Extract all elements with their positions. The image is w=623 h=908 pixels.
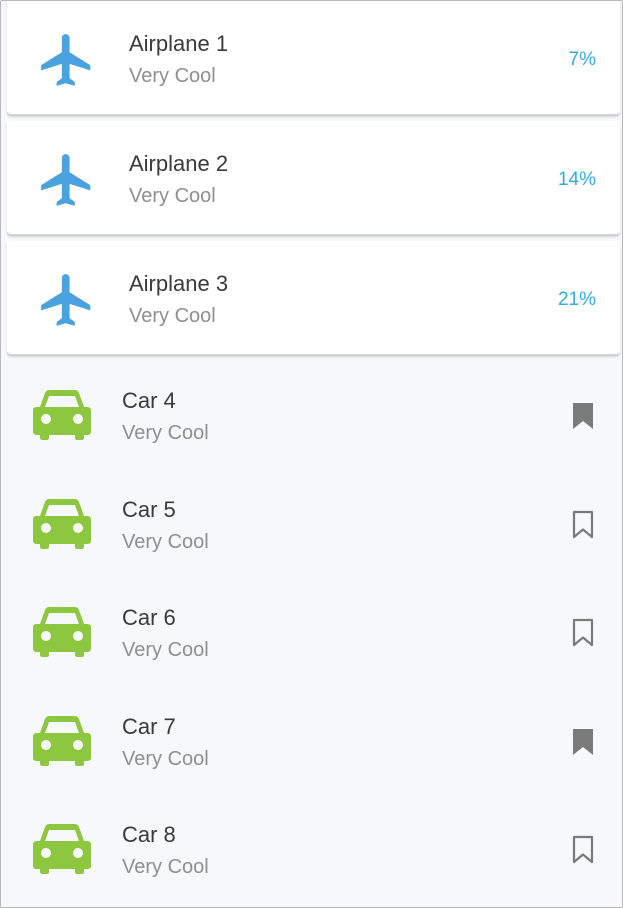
bookmark-outline-icon[interactable] bbox=[571, 618, 595, 648]
car-title: Car 7 bbox=[122, 713, 176, 739]
car-title: Car 4 bbox=[122, 388, 176, 413]
car-icon bbox=[33, 824, 91, 874]
list-item[interactable]: Car 8 Very Cool bbox=[1, 792, 622, 901]
airplane-card[interactable]: Airplane 3 Very Cool 21% bbox=[7, 241, 620, 355]
airplane-percent: 7% bbox=[568, 49, 596, 70]
car-title: Car 8 bbox=[122, 822, 176, 847]
airplane-percent: 14% bbox=[557, 169, 596, 190]
car-subtitle: Very Cool bbox=[122, 639, 209, 661]
car-list: Car 4 Very Cool Car 5 Very Cool Car 6 Ve… bbox=[1, 358, 622, 901]
airplane-subtitle: Very Cool bbox=[129, 185, 216, 207]
airplane-title: Airplane 1 bbox=[129, 31, 229, 56]
list-screen: Airplane 1 Very Cool 7% Airplane 2 Very … bbox=[0, 0, 623, 908]
car-subtitle: Very Cool bbox=[122, 530, 209, 553]
airplane-card-list: Airplane 1 Very Cool 7% Airplane 2 Very … bbox=[7, 1, 620, 361]
list-item[interactable]: Car 4 Very Cool bbox=[1, 358, 622, 467]
car-icon bbox=[33, 715, 91, 766]
airplane-title: Airplane 2 bbox=[129, 151, 229, 176]
airplane-subtitle: Very Cool bbox=[129, 65, 216, 87]
airplane-card[interactable]: Airplane 1 Very Cool 7% bbox=[7, 1, 620, 115]
bookmark-filled-icon[interactable] bbox=[571, 401, 595, 431]
car-subtitle: Very Cool bbox=[122, 747, 209, 770]
airplane-percent: 21% bbox=[557, 289, 596, 310]
airplane-title: Airplane 3 bbox=[129, 271, 229, 296]
bookmark-filled-icon[interactable] bbox=[571, 727, 595, 757]
bookmark-outline-icon[interactable] bbox=[571, 835, 595, 865]
car-subtitle: Very Cool bbox=[122, 856, 209, 878]
car-icon bbox=[33, 498, 91, 549]
list-item[interactable]: Car 7 Very Cool bbox=[1, 684, 622, 793]
list-item[interactable]: Car 5 Very Cool bbox=[1, 467, 622, 576]
airplane-card[interactable]: Airplane 2 Very Cool 14% bbox=[7, 121, 620, 235]
car-icon bbox=[33, 390, 91, 440]
car-title: Car 6 bbox=[122, 605, 176, 630]
bookmark-outline-icon[interactable] bbox=[571, 510, 595, 540]
airplane-icon bbox=[41, 154, 91, 206]
car-title: Car 5 bbox=[122, 496, 176, 522]
airplane-subtitle: Very Cool bbox=[129, 305, 216, 327]
car-icon bbox=[33, 607, 91, 657]
airplane-icon bbox=[41, 274, 91, 326]
airplane-icon bbox=[41, 34, 91, 86]
list-item[interactable]: Car 6 Very Cool bbox=[1, 575, 622, 684]
car-subtitle: Very Cool bbox=[122, 422, 209, 444]
